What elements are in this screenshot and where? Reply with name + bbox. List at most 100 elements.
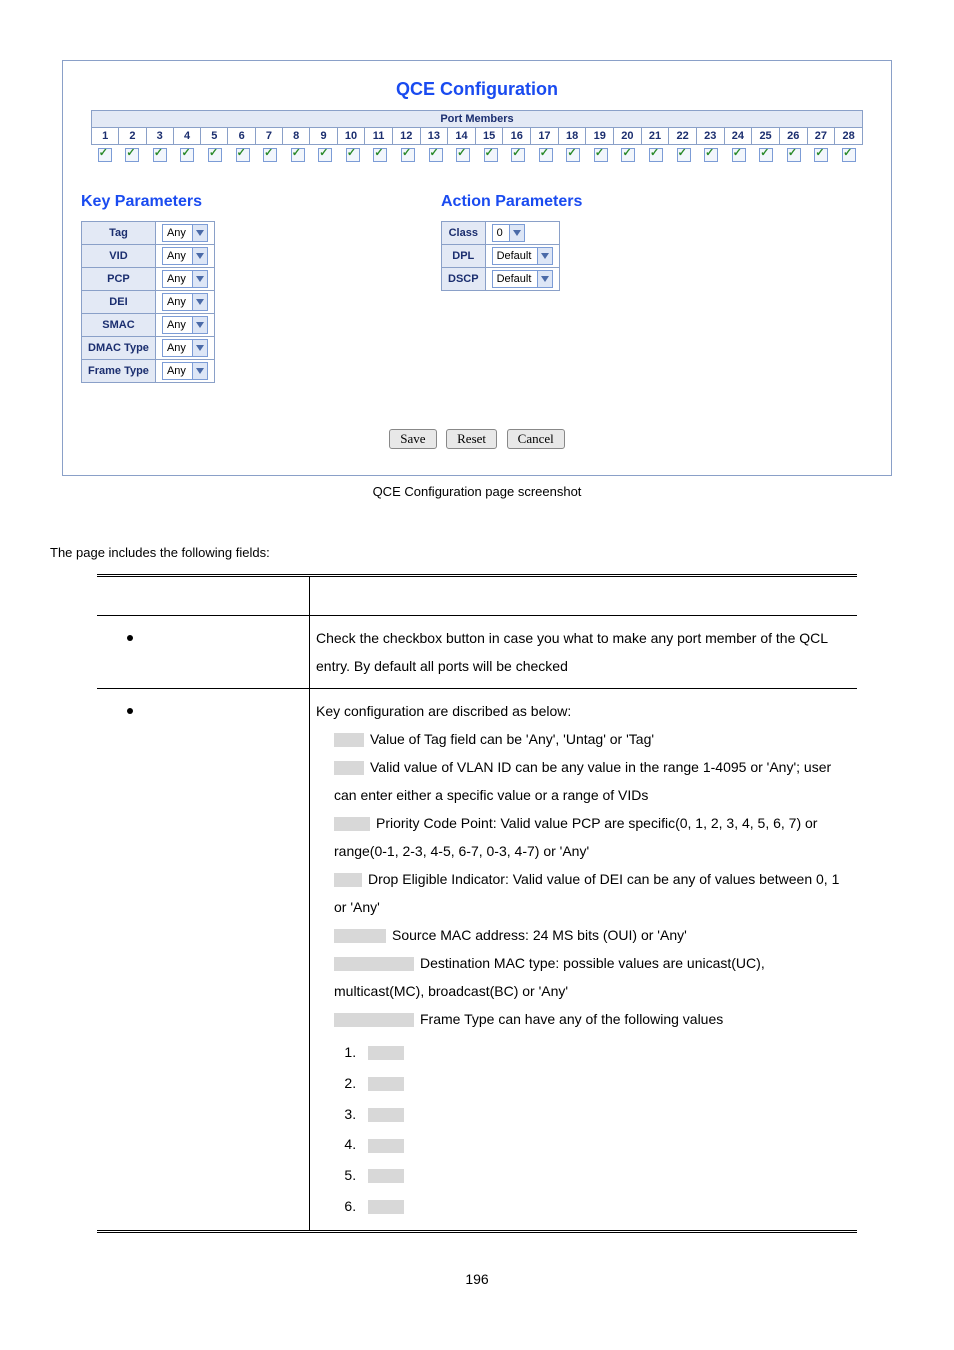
port-checkbox[interactable]	[236, 148, 250, 162]
port-checkbox[interactable]	[401, 148, 415, 162]
key-param-label: SMAC	[82, 314, 156, 337]
save-button[interactable]: Save	[389, 429, 436, 449]
port-checkbox[interactable]	[125, 148, 139, 162]
description-table: Check the checkbox button in case you wh…	[97, 574, 857, 1233]
redacted-label	[368, 1046, 404, 1060]
key-param-label: VID	[82, 245, 156, 268]
desc-frame: Frame Type can have any of the following…	[420, 1011, 723, 1027]
page-number: 196	[50, 1271, 904, 1287]
port-checkbox[interactable]	[566, 148, 580, 162]
port-header: 12	[392, 128, 420, 145]
desc-vid: Valid value of VLAN ID can be any value …	[334, 759, 831, 803]
port-header: 25	[752, 128, 780, 145]
action-param-label: Class	[442, 222, 486, 245]
port-checkbox[interactable]	[649, 148, 663, 162]
action-param-select[interactable]: 0	[492, 224, 525, 242]
redacted-label	[334, 1013, 414, 1027]
redacted-label	[368, 1200, 404, 1214]
port-checkbox[interactable]	[208, 148, 222, 162]
port-header: 5	[201, 128, 228, 145]
key-param-label: Frame Type	[82, 360, 156, 383]
button-row: Save Reset Cancel	[77, 429, 877, 449]
port-header: 2	[119, 128, 146, 145]
port-checkbox[interactable]	[318, 148, 332, 162]
port-header: 16	[503, 128, 531, 145]
port-header: 23	[696, 128, 724, 145]
frame-type-list	[360, 1037, 851, 1222]
port-checkbox[interactable]	[787, 148, 801, 162]
desc-pcp: Priority Code Point: Valid value PCP are…	[334, 815, 817, 859]
select-value: Default	[493, 273, 538, 285]
port-header: 11	[365, 128, 393, 145]
port-checkbox[interactable]	[594, 148, 608, 162]
frame-type-item	[360, 1129, 851, 1160]
key-param-label: PCP	[82, 268, 156, 291]
select-value: Default	[493, 250, 538, 262]
port-checkbox[interactable]	[429, 148, 443, 162]
port-checkbox[interactable]	[814, 148, 828, 162]
action-param-label: DPL	[442, 245, 486, 268]
port-members-block: Port Members 123456789101112131415161718…	[91, 110, 863, 163]
select-value: Any	[163, 227, 192, 239]
port-checkbox[interactable]	[511, 148, 525, 162]
redacted-label	[368, 1108, 404, 1122]
port-checkbox[interactable]	[346, 148, 360, 162]
key-param-select[interactable]: Any	[162, 293, 208, 311]
key-param-select[interactable]: Any	[162, 339, 208, 357]
port-checkbox[interactable]	[456, 148, 470, 162]
chevron-down-icon	[192, 271, 207, 287]
redacted-label	[368, 1139, 404, 1153]
port-checkbox[interactable]	[373, 148, 387, 162]
key-param-select[interactable]: Any	[162, 270, 208, 288]
select-value: Any	[163, 319, 192, 331]
redacted-label	[368, 1077, 404, 1091]
port-header: 22	[669, 128, 697, 145]
desc-smac: Source MAC address: 24 MS bits (OUI) or …	[392, 927, 687, 943]
action-param-select[interactable]: Default	[492, 270, 554, 288]
port-checkbox[interactable]	[98, 148, 112, 162]
redacted-label	[334, 929, 386, 943]
chevron-down-icon	[192, 363, 207, 379]
port-header: 7	[255, 128, 282, 145]
port-header: 1	[92, 128, 119, 145]
port-checkbox-row	[91, 145, 863, 163]
key-param-select[interactable]: Any	[162, 224, 208, 242]
key-param-select[interactable]: Any	[162, 247, 208, 265]
frame-type-item	[360, 1160, 851, 1191]
port-checkbox[interactable]	[539, 148, 553, 162]
port-checkbox[interactable]	[842, 148, 856, 162]
key-parameters-title: Key Parameters	[81, 193, 411, 211]
port-header: 4	[173, 128, 200, 145]
port-checkbox[interactable]	[263, 148, 277, 162]
port-checkbox[interactable]	[484, 148, 498, 162]
port-checkbox[interactable]	[291, 148, 305, 162]
redacted-label	[368, 1169, 404, 1183]
key-param-select[interactable]: Any	[162, 316, 208, 334]
reset-button[interactable]: Reset	[446, 429, 497, 449]
bullet-icon	[127, 708, 133, 714]
port-header: 18	[558, 128, 586, 145]
port-checkbox[interactable]	[621, 148, 635, 162]
port-checkbox[interactable]	[153, 148, 167, 162]
chevron-down-icon	[509, 225, 524, 241]
port-checkbox[interactable]	[180, 148, 194, 162]
key-param-select[interactable]: Any	[162, 362, 208, 380]
key-param-label: DMAC Type	[82, 337, 156, 360]
cancel-button[interactable]: Cancel	[507, 429, 565, 449]
port-header: 13	[420, 128, 448, 145]
screenshot-title: QCE Configuration	[77, 79, 877, 100]
frame-type-item	[360, 1068, 851, 1099]
port-checkbox[interactable]	[704, 148, 718, 162]
port-checkbox[interactable]	[759, 148, 773, 162]
port-checkbox[interactable]	[677, 148, 691, 162]
port-header: 20	[614, 128, 642, 145]
action-param-select[interactable]: Default	[492, 247, 554, 265]
chevron-down-icon	[192, 294, 207, 310]
key-param-label: DEI	[82, 291, 156, 314]
port-checkbox[interactable]	[732, 148, 746, 162]
redacted-label	[334, 761, 364, 775]
select-value: 0	[493, 227, 509, 239]
action-parameters-title: Action Parameters	[441, 193, 701, 211]
select-value: Any	[163, 273, 192, 285]
chevron-down-icon	[192, 317, 207, 333]
